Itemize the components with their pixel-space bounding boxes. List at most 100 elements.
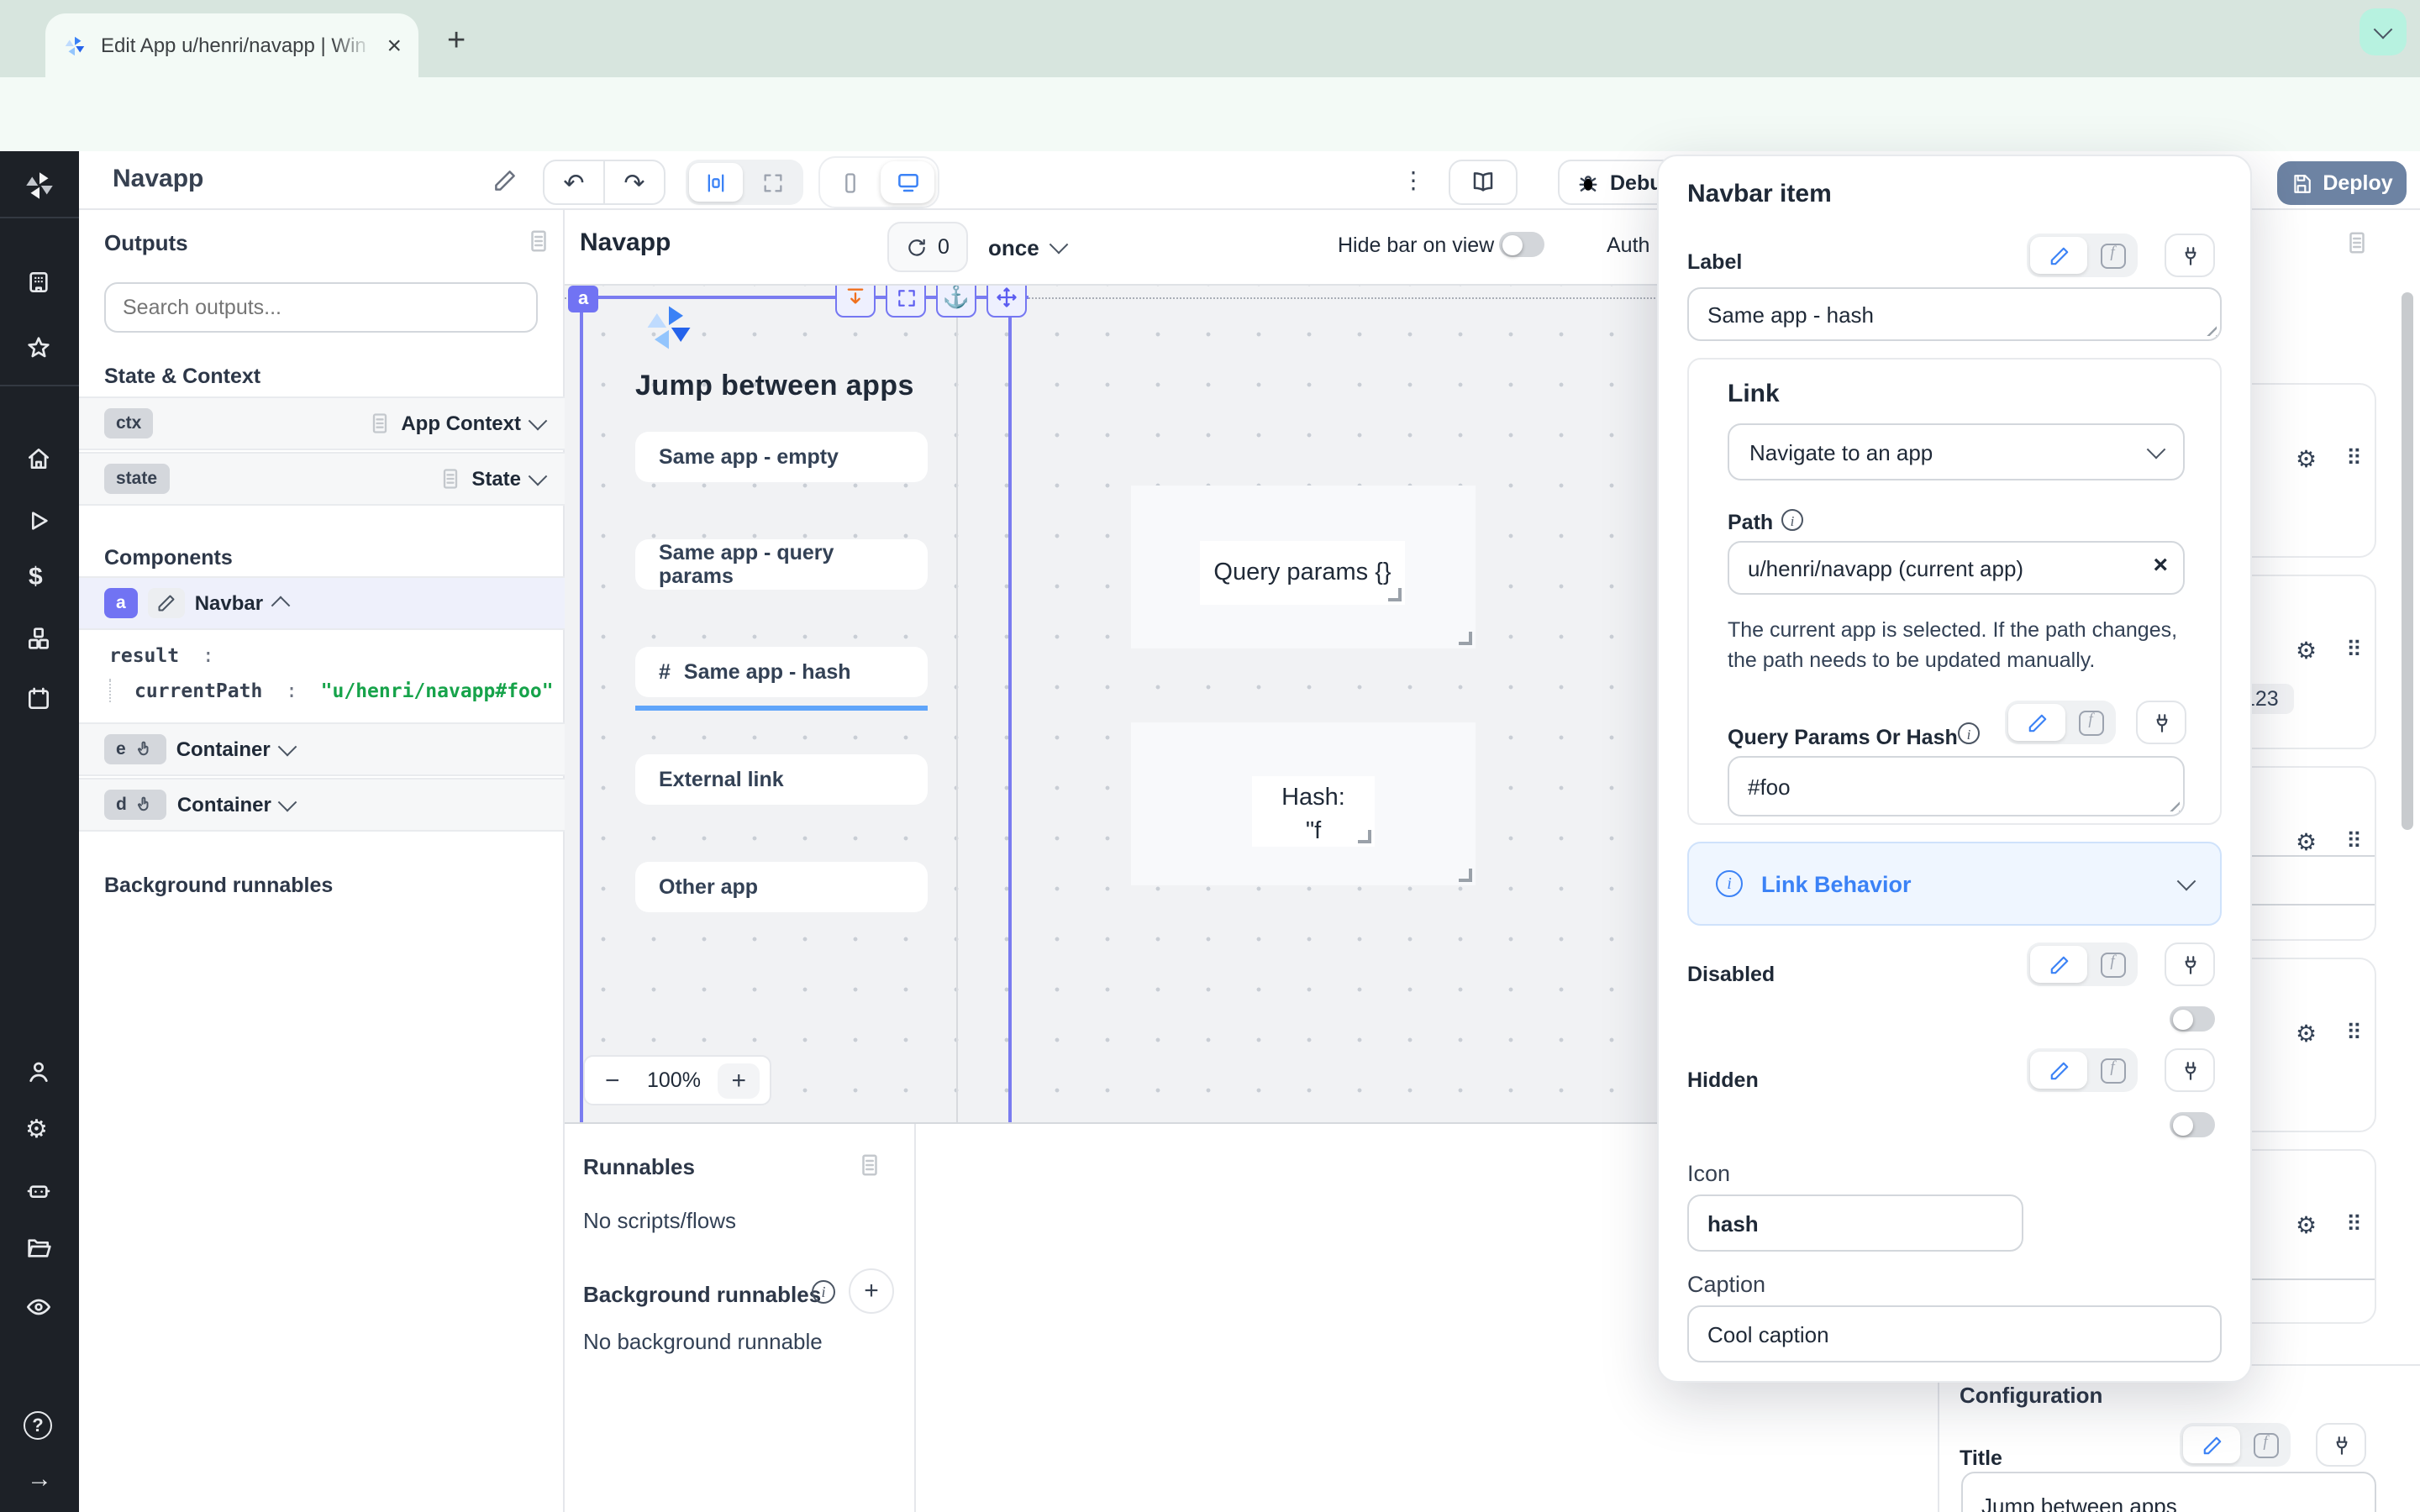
fx-mode-button[interactable]: f bbox=[2091, 946, 2134, 983]
fx-mode-button[interactable]: f bbox=[2091, 1052, 2134, 1089]
fullscreen-component-button[interactable] bbox=[886, 286, 926, 318]
selected-component-badge[interactable]: a bbox=[568, 286, 598, 312]
query-params-textbox[interactable]: Query params {} bbox=[1200, 541, 1405, 605]
drag-handle-icon[interactable]: ⠿ bbox=[2346, 637, 2362, 664]
edit-title-pencil-icon[interactable] bbox=[492, 168, 518, 193]
static-mode-button[interactable] bbox=[2008, 704, 2065, 741]
users-person-icon[interactable] bbox=[25, 1058, 52, 1085]
component-row-navbar[interactable]: a Navbar bbox=[79, 576, 565, 630]
nav-item-same-app-hash[interactable]: # Same app - hash bbox=[635, 647, 928, 697]
nav-item-other-app[interactable]: Other app bbox=[635, 862, 928, 912]
gear-icon[interactable]: ⚙ bbox=[2296, 828, 2317, 857]
fx-mode-button[interactable]: f bbox=[2091, 237, 2134, 274]
static-mode-button[interactable] bbox=[2030, 946, 2087, 983]
folders-icon[interactable] bbox=[25, 1235, 52, 1262]
qph-input[interactable] bbox=[1728, 756, 2185, 816]
add-background-runnable-button[interactable]: + bbox=[849, 1268, 894, 1314]
component-row-d[interactable]: d Container bbox=[79, 778, 565, 832]
mobile-view-button[interactable] bbox=[823, 161, 877, 203]
config-title-input[interactable] bbox=[1961, 1472, 2376, 1512]
desktop-view-button[interactable] bbox=[881, 161, 934, 203]
home-icon[interactable] bbox=[25, 445, 52, 472]
anchor-button[interactable]: ⚓ bbox=[936, 286, 976, 318]
chevron-down-icon[interactable] bbox=[529, 412, 548, 431]
clear-path-icon[interactable]: × bbox=[2153, 551, 2168, 580]
drag-handle-icon[interactable]: ⠿ bbox=[2346, 1211, 2362, 1238]
drag-handle-icon[interactable]: ⠿ bbox=[2346, 828, 2362, 855]
audit-eye-icon[interactable] bbox=[25, 1294, 52, 1320]
hidden-toggle[interactable] bbox=[2170, 1112, 2215, 1137]
connect-plug-button[interactable] bbox=[2316, 1423, 2366, 1467]
connect-plug-button[interactable] bbox=[2165, 1048, 2215, 1092]
output-row-state[interactable]: state State bbox=[79, 452, 565, 506]
navbar-edit-pencil[interactable] bbox=[148, 588, 185, 618]
chevron-up-icon[interactable] bbox=[271, 596, 290, 616]
favorites-star-icon[interactable] bbox=[25, 334, 52, 361]
variables-dollar-icon[interactable]: $ bbox=[29, 563, 43, 591]
resize-corner[interactable] bbox=[1459, 869, 1472, 882]
gear-icon[interactable]: ⚙ bbox=[2296, 445, 2317, 474]
schedules-calendar-icon[interactable] bbox=[25, 685, 52, 712]
connect-plug-button[interactable] bbox=[2165, 234, 2215, 277]
link-kind-select[interactable]: Navigate to an app bbox=[1728, 423, 2185, 480]
resize-corner[interactable] bbox=[1358, 830, 1371, 843]
chevron-down-icon[interactable] bbox=[277, 738, 297, 757]
help-icon[interactable]: ? bbox=[24, 1411, 52, 1440]
drag-handle-icon[interactable]: ⠿ bbox=[2346, 1020, 2362, 1047]
runnables-doc-icon[interactable] bbox=[857, 1152, 882, 1178]
windmill-logo-icon[interactable] bbox=[22, 168, 57, 203]
label-input[interactable] bbox=[1687, 287, 2222, 341]
link-behavior-accordion[interactable]: i Link Behavior bbox=[1687, 842, 2222, 926]
fullscreen-mode-button[interactable] bbox=[746, 163, 800, 202]
alignment-mode-button[interactable] bbox=[689, 163, 743, 202]
component-row-e[interactable]: e Container bbox=[79, 722, 565, 776]
connect-plug-button[interactable] bbox=[2165, 942, 2215, 986]
topbar-kebab-icon[interactable]: ⋮ bbox=[1402, 166, 1425, 195]
nav-item-same-app-query-params[interactable]: Same app - query params bbox=[635, 539, 928, 590]
path-input[interactable] bbox=[1728, 541, 2185, 595]
gear-icon[interactable]: ⚙ bbox=[2296, 1211, 2317, 1240]
hash-container[interactable]: Hash: "f bbox=[1131, 722, 1476, 885]
static-mode-button[interactable] bbox=[2030, 1052, 2087, 1089]
settings-doc-icon[interactable] bbox=[2344, 230, 2370, 255]
disabled-toggle[interactable] bbox=[2170, 1006, 2215, 1032]
connect-plug-button[interactable] bbox=[2136, 701, 2186, 744]
refresh-mode-select[interactable]: once bbox=[988, 222, 1066, 272]
chrome-chevron-button[interactable] bbox=[2360, 8, 2407, 55]
hash-textbox[interactable]: Hash: "f bbox=[1252, 776, 1375, 847]
query-params-container[interactable]: Query params {} bbox=[1131, 486, 1476, 648]
redo-button[interactable]: ↷ bbox=[603, 160, 666, 205]
icon-input[interactable] bbox=[1687, 1194, 2023, 1252]
undo-button[interactable]: ↶ bbox=[543, 160, 605, 205]
nav-item-same-app-empty[interactable]: Same app - empty bbox=[635, 432, 928, 482]
tab-close-icon[interactable]: × bbox=[387, 33, 402, 58]
expand-rail-arrow-icon[interactable]: → bbox=[27, 1465, 52, 1494]
move-button[interactable] bbox=[986, 286, 1027, 318]
deploy-button[interactable]: Deploy bbox=[2277, 161, 2407, 205]
scrollbar[interactable] bbox=[2402, 292, 2413, 830]
nav-item-external-link[interactable]: External link bbox=[635, 754, 928, 805]
settings-gear-icon[interactable]: ⚙ bbox=[25, 1114, 48, 1144]
runs-play-icon[interactable] bbox=[25, 507, 52, 534]
browser-tab[interactable]: Edit App u/henri/navapp | Win × bbox=[45, 13, 418, 77]
new-tab-icon[interactable]: + bbox=[447, 24, 466, 60]
zoom-out-button[interactable]: − bbox=[595, 1066, 630, 1095]
gear-icon[interactable]: ⚙ bbox=[2296, 1020, 2317, 1048]
resources-cubes-icon[interactable] bbox=[25, 625, 52, 652]
workers-robot-icon[interactable] bbox=[25, 1178, 52, 1205]
fx-mode-button[interactable]: f bbox=[2069, 704, 2112, 741]
output-row-ctx[interactable]: ctx App Context bbox=[79, 396, 565, 450]
expand-down-button[interactable] bbox=[835, 286, 876, 318]
chevron-down-icon[interactable] bbox=[279, 793, 298, 812]
workspace-icon[interactable] bbox=[25, 269, 52, 296]
outputs-doc-icon[interactable] bbox=[526, 228, 551, 254]
caption-input[interactable] bbox=[1687, 1305, 2222, 1362]
resize-corner[interactable] bbox=[1459, 632, 1472, 645]
gear-icon[interactable]: ⚙ bbox=[2296, 637, 2317, 665]
search-outputs-input[interactable] bbox=[104, 282, 538, 333]
docs-book-button[interactable] bbox=[1449, 160, 1518, 205]
hide-bar-toggle[interactable] bbox=[1499, 232, 1544, 257]
chevron-down-icon[interactable] bbox=[529, 467, 548, 486]
resize-corner[interactable] bbox=[1388, 588, 1402, 601]
static-mode-button[interactable] bbox=[2183, 1426, 2240, 1463]
